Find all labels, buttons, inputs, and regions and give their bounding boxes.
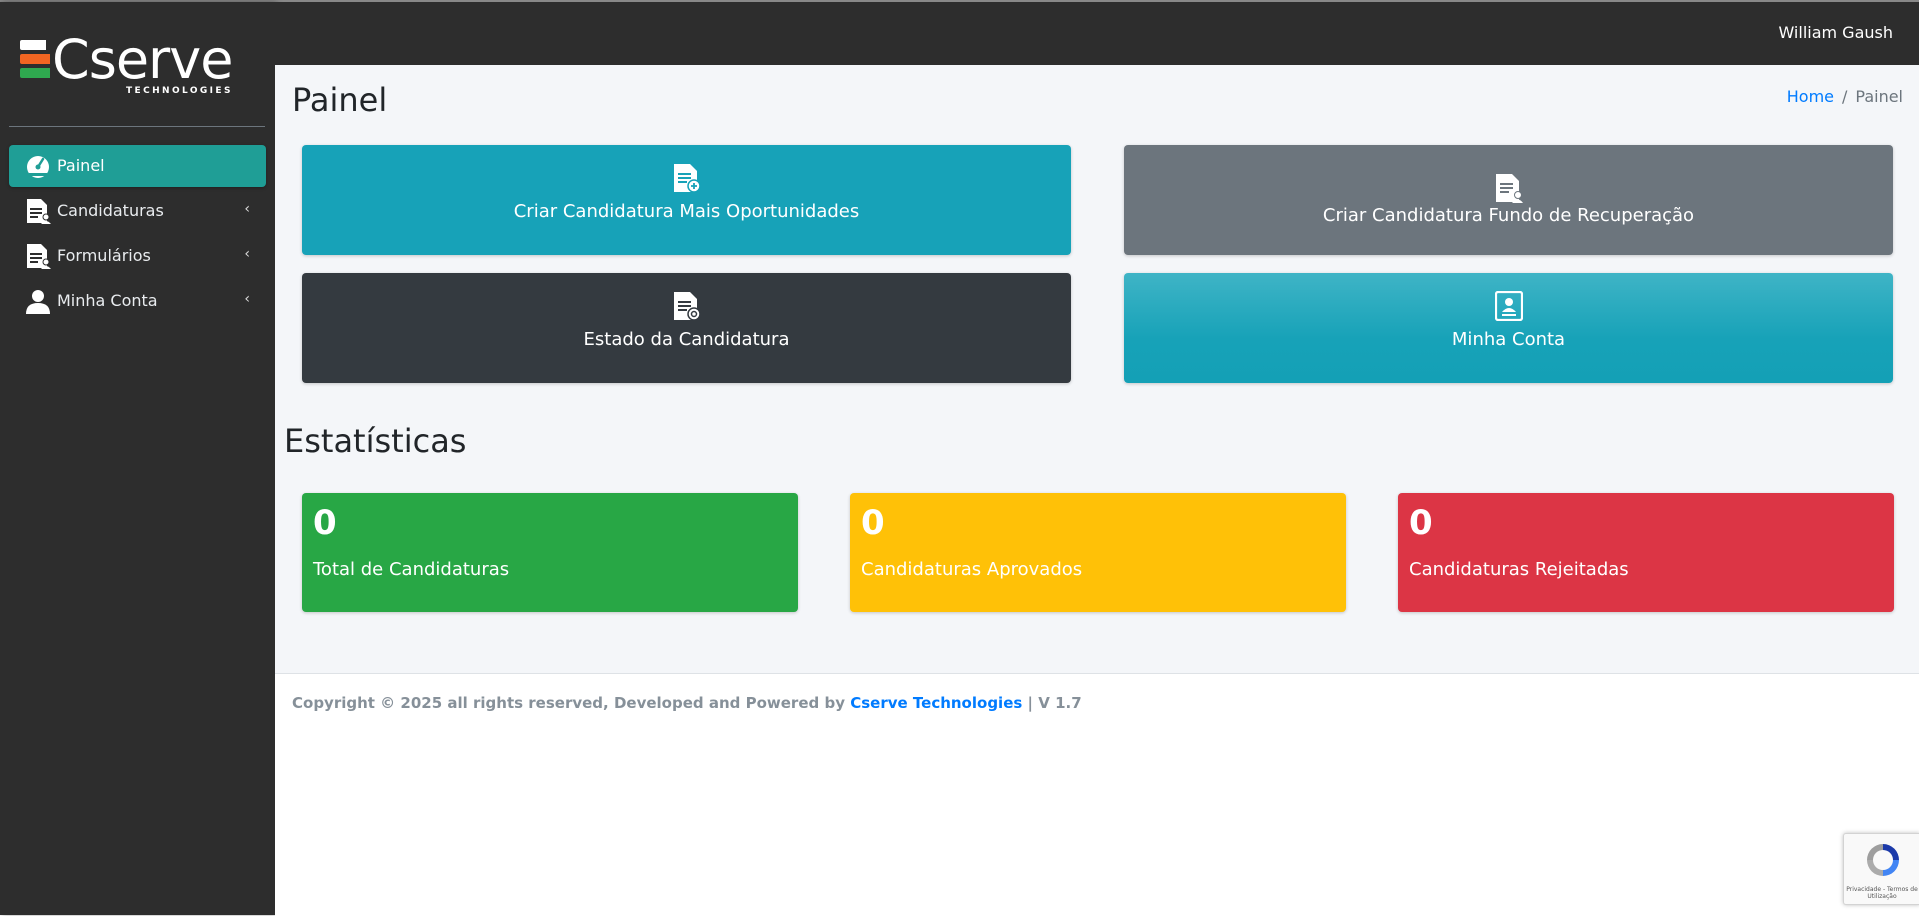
tile-label: Minha Conta [1451, 329, 1566, 350]
stat-label: Candidaturas Aprovados [861, 559, 1083, 580]
sidebar-item-label: Painel [57, 156, 105, 175]
stat-card-approved: 0 Candidaturas Aprovados [850, 493, 1346, 612]
document-search-icon [674, 292, 701, 321]
sidebar-item-label: Candidaturas [57, 201, 164, 220]
brand-divider [9, 126, 265, 127]
footer: Copyright © 2025 all rights reserved, De… [275, 673, 1919, 916]
sidebar: Cserve TECHNOLOGIES Painel Candidaturas [0, 2, 275, 915]
dashboard-gauge-icon [27, 156, 49, 178]
stat-label: Candidaturas Rejeitadas [1409, 559, 1629, 580]
breadcrumb-separator: / [1842, 87, 1848, 106]
sidebar-item-minha-conta[interactable]: Minha Conta ‹ [9, 280, 266, 322]
brand-logo[interactable]: Cserve TECHNOLOGIES [18, 28, 238, 100]
version-text: | V 1.7 [1027, 694, 1082, 712]
application-status-button[interactable]: Estado da Candidatura [302, 273, 1071, 383]
breadcrumb-current: Painel [1855, 87, 1903, 106]
sidebar-item-candidaturas[interactable]: Candidaturas ‹ [9, 190, 266, 232]
stat-value: 0 [1409, 503, 1433, 543]
breadcrumb: Home / Painel [1787, 87, 1903, 106]
user-menu[interactable]: William Gaush [1778, 23, 1893, 42]
top-navbar: William Gaush [275, 2, 1919, 65]
breadcrumb-home-link[interactable]: Home [1787, 87, 1834, 106]
my-account-button[interactable]: Minha Conta [1124, 273, 1893, 383]
brand-name: Cserve [52, 28, 233, 91]
document-user-icon [1496, 174, 1523, 203]
sidebar-item-label: Formulários [57, 246, 151, 265]
document-user-icon [27, 199, 51, 224]
document-add-icon [674, 164, 701, 193]
user-icon [26, 290, 50, 314]
recaptcha-badge[interactable]: Privacidade - Termos de Utilização [1843, 833, 1919, 905]
logo-mark-icon [20, 40, 50, 82]
id-card-icon [1495, 291, 1523, 321]
recaptcha-icon [1867, 844, 1899, 876]
stat-value: 0 [313, 503, 337, 543]
chevron-left-icon: ‹ [244, 246, 250, 262]
sidebar-item-label: Minha Conta [57, 291, 158, 310]
sidebar-item-formularios[interactable]: Formulários ‹ [9, 235, 266, 277]
tile-label: Criar Candidatura Mais Oportunidades [513, 201, 860, 222]
sidebar-item-painel[interactable]: Painel [9, 145, 266, 187]
chevron-left-icon: ‹ [244, 201, 250, 217]
document-user-icon [27, 244, 51, 269]
copyright-text: Copyright © 2025 all rights reserved, De… [292, 694, 1082, 712]
brand-subtitle: TECHNOLOGIES [126, 86, 233, 96]
create-application-fundo-recuperacao-button[interactable]: Criar Candidatura Fundo de Recuperação [1124, 145, 1893, 255]
stat-label: Total de Candidaturas [313, 559, 510, 580]
company-link[interactable]: Cserve Technologies [850, 694, 1022, 712]
sidebar-nav: Painel Candidaturas ‹ Formulários ‹ Minh… [9, 145, 266, 325]
statistics-title: Estatísticas [284, 422, 467, 460]
recaptcha-terms-text[interactable]: Privacidade - Termos de Utilização [1846, 886, 1918, 900]
tile-label: Estado da Candidatura [583, 329, 790, 350]
stat-value: 0 [861, 503, 885, 543]
tile-label: Criar Candidatura Fundo de Recuperação [1322, 205, 1695, 226]
create-application-mais-oportunidades-button[interactable]: Criar Candidatura Mais Oportunidades [302, 145, 1071, 255]
stat-card-total: 0 Total de Candidaturas [302, 493, 798, 612]
main-content: Painel Home / Painel Criar Candidatura Mai… [275, 65, 1919, 673]
page-title: Painel [292, 81, 388, 119]
stat-card-rejected: 0 Candidaturas Rejeitadas [1398, 493, 1894, 612]
chevron-left-icon: ‹ [244, 291, 250, 307]
copyright-prefix: Copyright © 2025 all rights reserved, De… [292, 694, 845, 712]
